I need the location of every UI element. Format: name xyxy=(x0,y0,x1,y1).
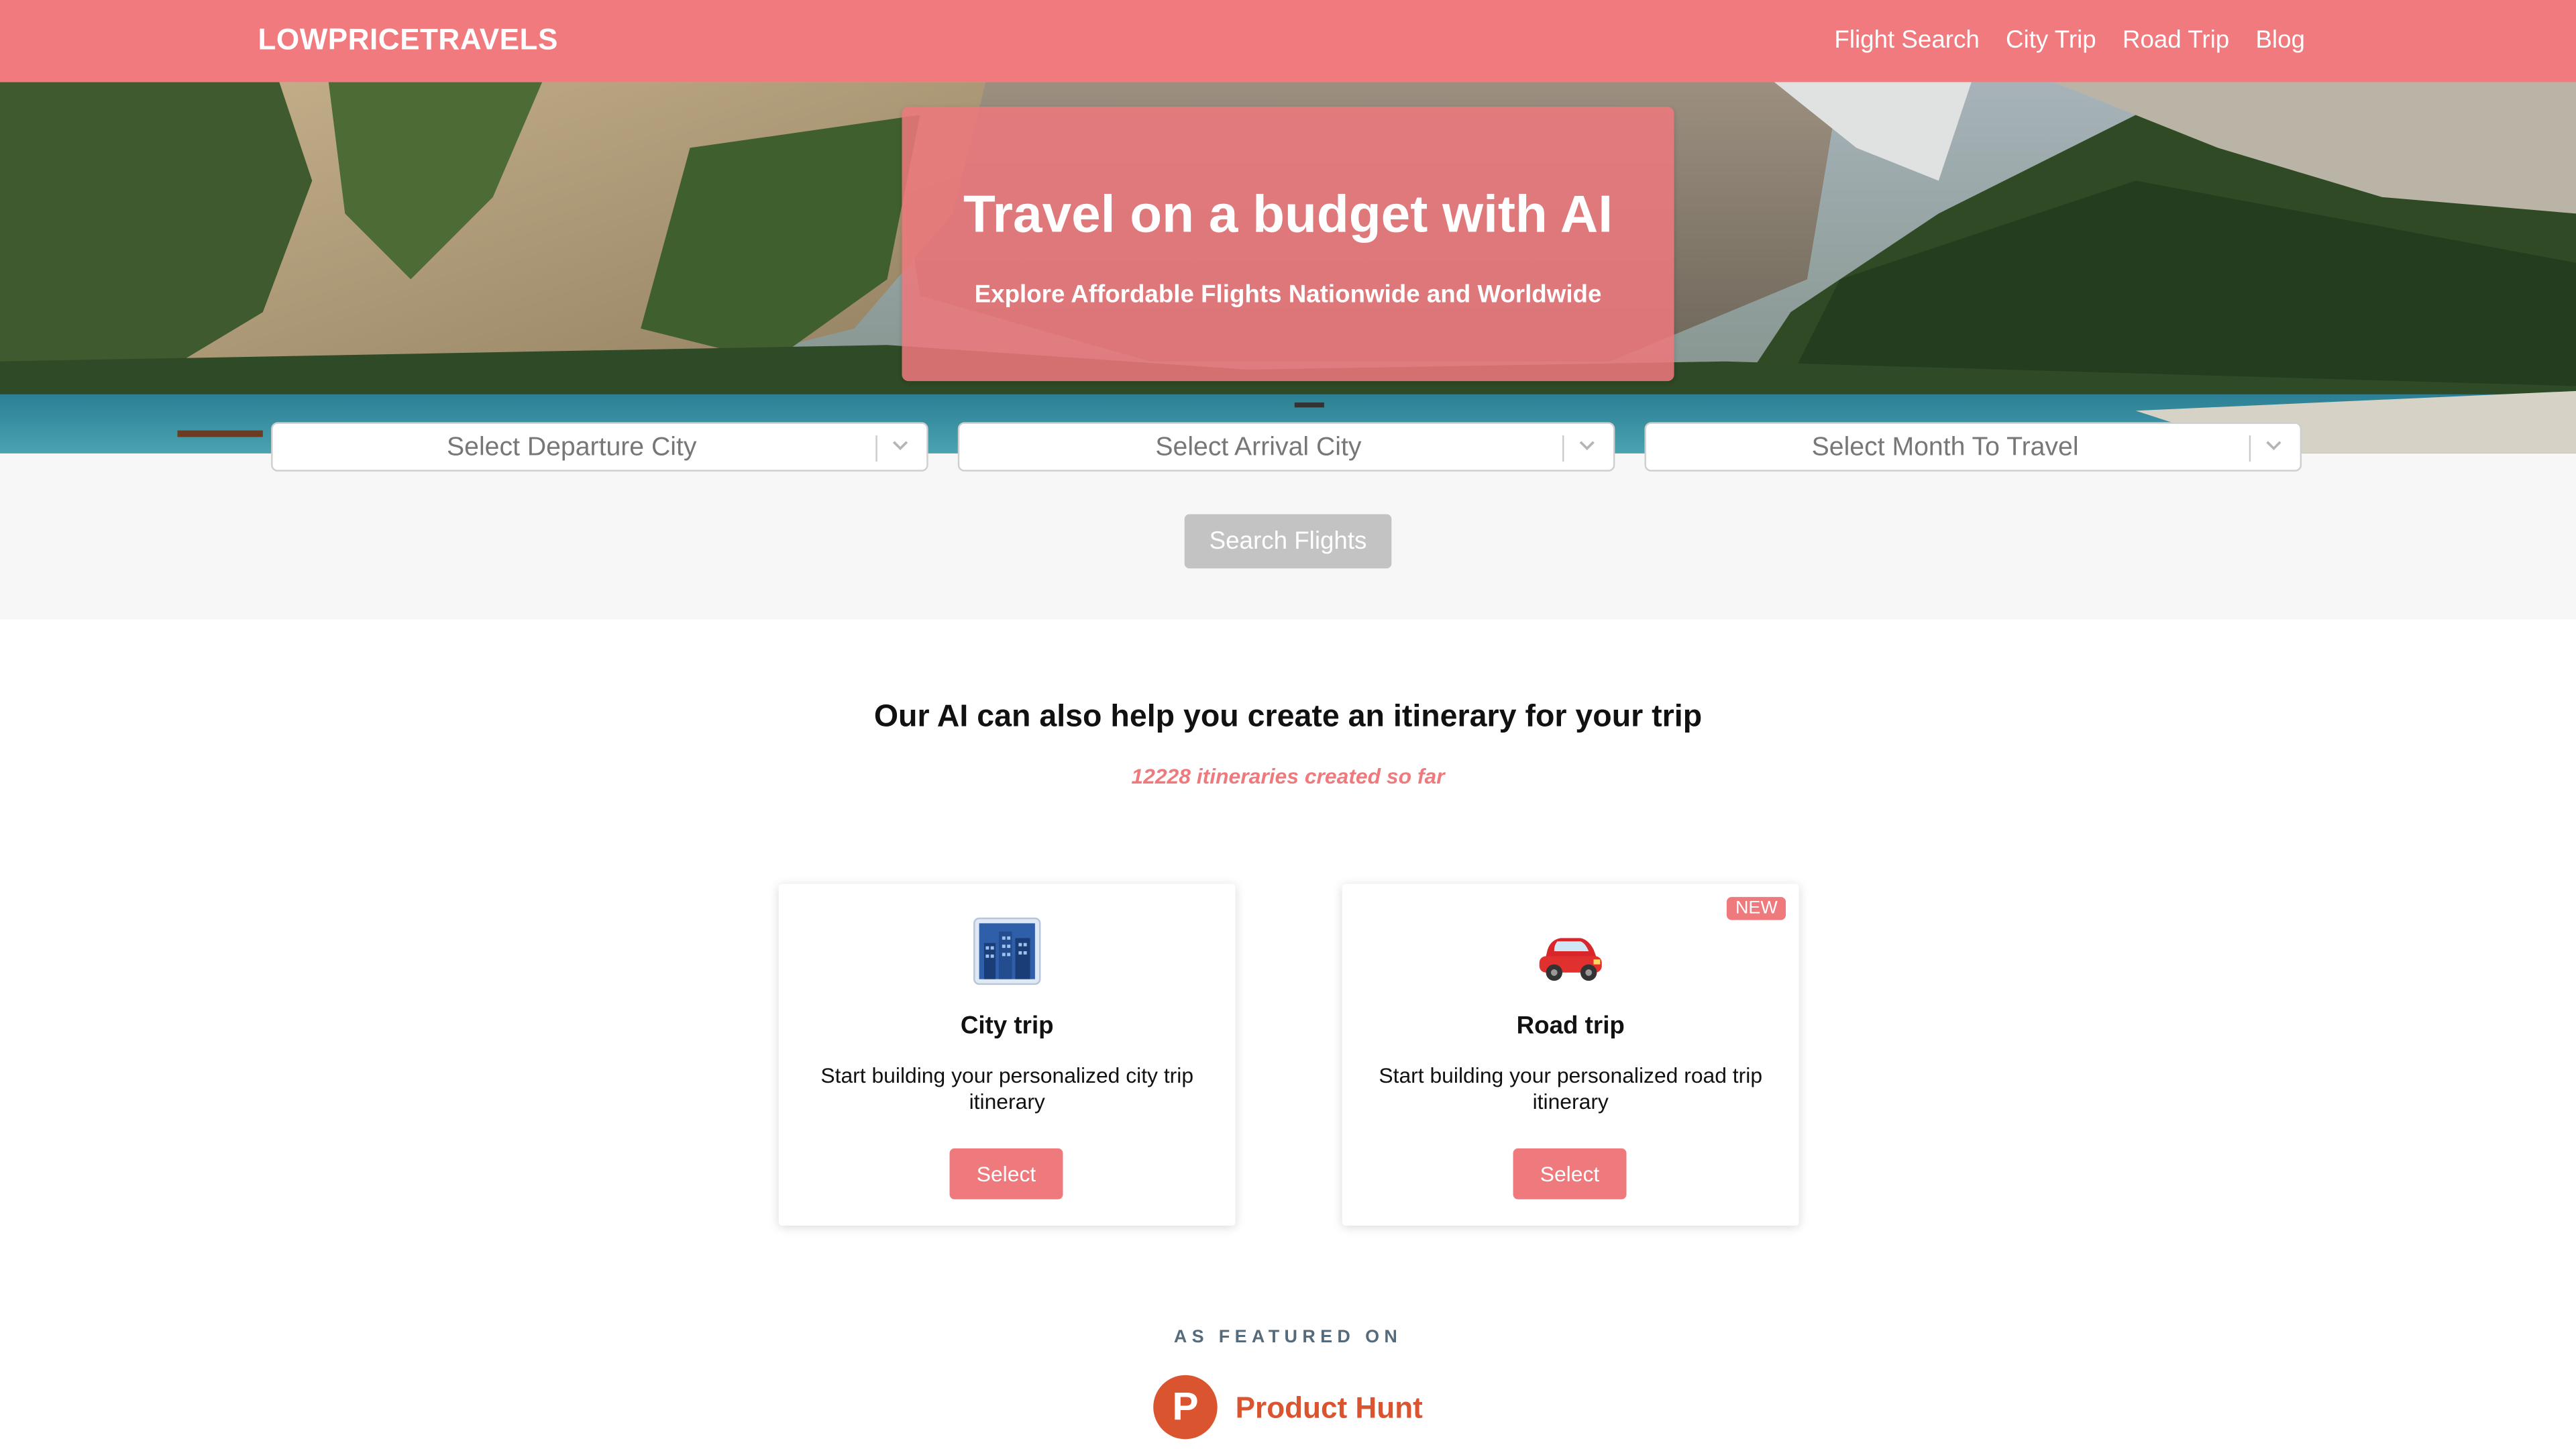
departure-city-placeholder: Select Departure City xyxy=(447,433,697,462)
arrival-city-select[interactable]: Select Arrival City xyxy=(957,422,1615,472)
nav-link-city-trip[interactable]: City Trip xyxy=(2006,26,2096,54)
product-hunt-text: Product Hunt xyxy=(1235,1391,1423,1425)
city-trip-select-button[interactable]: Select xyxy=(949,1148,1063,1199)
travel-month-placeholder: Select Month To Travel xyxy=(1811,433,2079,462)
hero-title: Travel on a budget with AI xyxy=(963,184,1613,244)
search-flights-button[interactable]: Search Flights xyxy=(1184,514,1392,569)
road-trip-title: Road trip xyxy=(1516,1012,1625,1040)
road-trip-card: NEW Road trip Start building your person… xyxy=(1342,883,1799,1226)
hero-banner: Travel on a budget with AI Explore Affor… xyxy=(0,82,2576,453)
hero-title-box: Travel on a budget with AI Explore Affor… xyxy=(902,107,1674,382)
nav-link-road-trip[interactable]: Road Trip xyxy=(2123,26,2229,54)
city-trip-description: Start building your personalized city tr… xyxy=(820,1063,1194,1114)
product-hunt-badge[interactable]: P Product Hunt xyxy=(1153,1375,1449,1444)
select-separator xyxy=(875,435,877,462)
city-trip-card: City trip Start building your personaliz… xyxy=(778,883,1236,1226)
itinerary-section-title: Our AI can also help you create an itine… xyxy=(873,700,1703,735)
chevron-down-icon[interactable] xyxy=(1574,432,1600,458)
page: LOWPRICETRAVELS Flight Search City Trip … xyxy=(0,0,2576,1449)
road-trip-description: Start building your personalized road tr… xyxy=(1379,1063,1763,1114)
product-hunt-logo-icon: P xyxy=(1153,1375,1218,1440)
nav-link-flight-search[interactable]: Flight Search xyxy=(1834,26,1979,54)
car-icon xyxy=(1539,938,1602,981)
nav-links: Flight Search City Trip Road Trip Blog xyxy=(1834,26,2305,54)
top-navbar: LOWPRICETRAVELS Flight Search City Trip … xyxy=(0,0,2576,83)
featured-on-label: AS FEATURED ON xyxy=(1173,1327,1403,1348)
cityscape-icon xyxy=(973,917,1041,985)
select-separator xyxy=(2249,435,2251,462)
chevron-down-icon[interactable] xyxy=(887,432,913,458)
hero-subtitle: Explore Affordable Flights Nationwide an… xyxy=(974,280,1602,309)
nav-link-blog[interactable]: Blog xyxy=(2255,26,2305,54)
travel-month-select[interactable]: Select Month To Travel xyxy=(1644,422,2302,472)
arrival-city-placeholder: Select Arrival City xyxy=(1155,433,1362,462)
departure-city-select[interactable]: Select Departure City xyxy=(271,422,928,472)
itinerary-counter: 12228 itineraries created so far xyxy=(1131,763,1445,789)
road-trip-select-button[interactable]: Select xyxy=(1513,1148,1627,1199)
brand-logo[interactable]: LOWPRICETRAVELS xyxy=(258,23,557,57)
city-trip-title: City trip xyxy=(960,1012,1054,1040)
select-separator xyxy=(1562,435,1564,462)
chevron-down-icon[interactable] xyxy=(2261,432,2287,458)
